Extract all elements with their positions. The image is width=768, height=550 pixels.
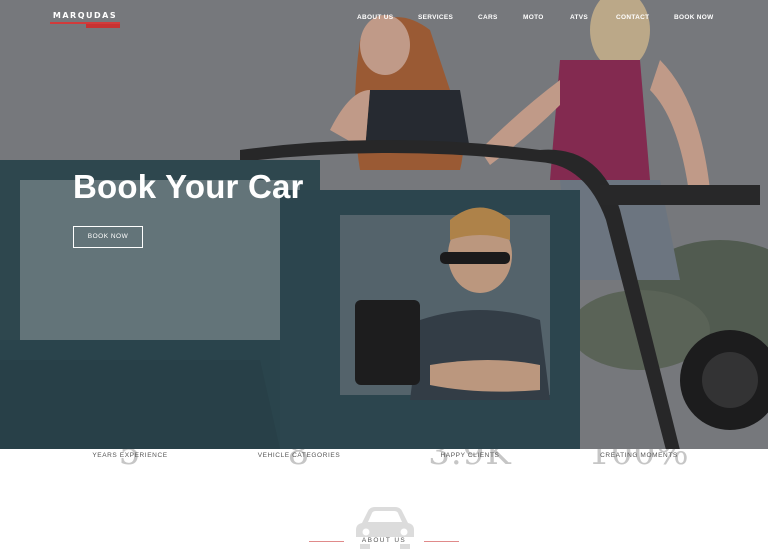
stat-label: YEARS EXPERIENCE bbox=[92, 452, 168, 459]
nav-item-cars[interactable]: CARS bbox=[478, 14, 498, 21]
stat-label: HAPPY CLIENTS bbox=[440, 452, 500, 459]
hero-overlay bbox=[0, 0, 768, 449]
logo-accent-bar-small bbox=[86, 24, 120, 28]
nav-item-services[interactable]: SERVICES bbox=[418, 14, 453, 21]
stat-label: CREATING MOMENTS bbox=[600, 452, 678, 459]
hero-banner: MARQUDAS ABOUT US SERVICES CARS MOTO ATV… bbox=[0, 0, 768, 449]
about-us-heading: ABOUT US bbox=[344, 537, 424, 544]
nav-item-atvs[interactable]: ATVS bbox=[570, 14, 588, 21]
book-now-button[interactable]: BOOK NOW bbox=[73, 226, 143, 248]
stat-vehicle-categories: 8 VEHICLE CATEGORIES bbox=[229, 449, 369, 473]
nav-item-moto[interactable]: MOTO bbox=[523, 14, 544, 21]
site-logo[interactable]: MARQUDAS bbox=[50, 11, 120, 29]
about-divider-right bbox=[419, 541, 459, 542]
hero-title: Book Your Car bbox=[73, 168, 304, 205]
stat-years-experience: 5 YEARS EXPERIENCE bbox=[60, 449, 200, 473]
stats-bar: 5 YEARS EXPERIENCE 8 VEHICLE CATEGORIES … bbox=[0, 449, 768, 473]
stat-label: VEHICLE CATEGORIES bbox=[257, 452, 341, 459]
nav-item-about-us[interactable]: ABOUT US bbox=[357, 14, 393, 21]
stat-happy-clients: 3.9K HAPPY CLIENTS bbox=[400, 449, 540, 473]
main-navigation: ABOUT US SERVICES CARS MOTO ATVS CONTACT… bbox=[340, 14, 730, 24]
about-divider-left bbox=[309, 541, 349, 542]
stat-creating-moments: 100% CREATING MOMENTS bbox=[569, 449, 709, 473]
nav-item-book-now[interactable]: BOOK NOW bbox=[674, 14, 714, 21]
logo-text: MARQUDAS bbox=[52, 11, 118, 20]
nav-item-contact[interactable]: CONTACT bbox=[616, 14, 649, 21]
